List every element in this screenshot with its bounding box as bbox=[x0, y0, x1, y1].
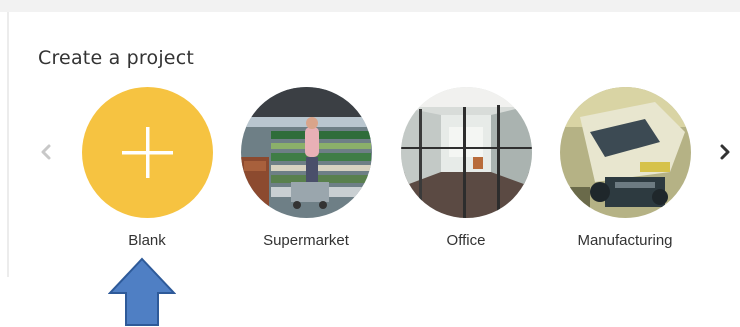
plus-icon bbox=[122, 127, 173, 178]
office-image bbox=[401, 87, 532, 218]
carousel-prev-button[interactable] bbox=[37, 139, 55, 165]
blank-thumbnail[interactable] bbox=[82, 87, 213, 218]
chevron-left-icon bbox=[41, 144, 51, 160]
section-title: Create a project bbox=[38, 47, 194, 69]
annotation-up-arrow-icon bbox=[108, 257, 176, 326]
template-label: Office bbox=[446, 232, 486, 249]
template-label: Supermarket bbox=[263, 232, 349, 249]
manufacturing-thumbnail[interactable] bbox=[560, 87, 691, 218]
supermarket-image bbox=[241, 87, 372, 218]
supermarket-thumbnail[interactable] bbox=[241, 87, 372, 218]
template-blank[interactable]: Blank bbox=[67, 87, 227, 257]
template-label: Manufacturing bbox=[577, 232, 673, 249]
office-thumbnail[interactable] bbox=[401, 87, 532, 218]
template-supermarket[interactable]: Supermarket bbox=[226, 87, 386, 257]
template-office[interactable]: Office bbox=[386, 87, 546, 257]
template-manufacturing[interactable]: Manufacturing bbox=[545, 87, 705, 257]
carousel-next-button[interactable] bbox=[716, 139, 734, 165]
template-label: Blank bbox=[128, 232, 166, 249]
chevron-right-icon bbox=[720, 144, 730, 160]
top-divider bbox=[0, 0, 740, 12]
manufacturing-image bbox=[560, 87, 691, 218]
